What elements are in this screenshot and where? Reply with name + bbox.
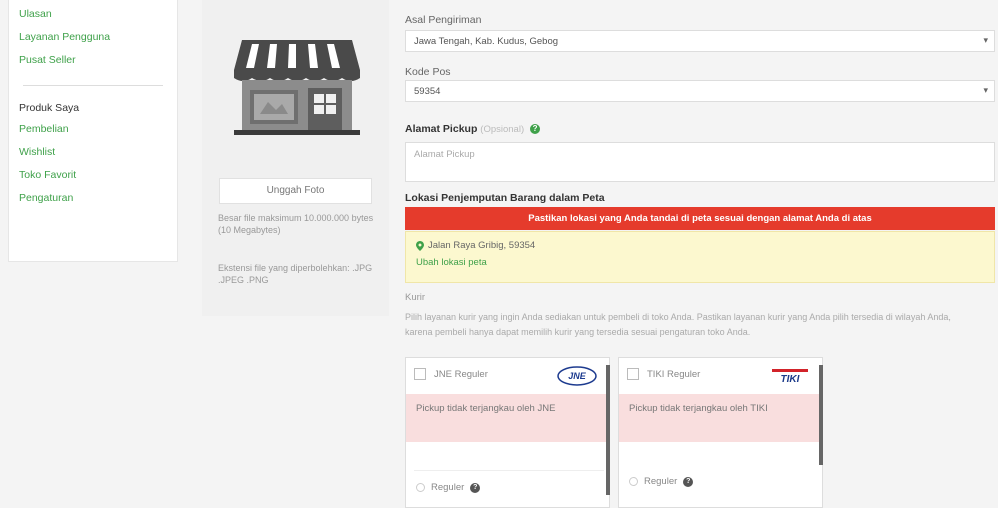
help-icon[interactable]: ? <box>470 482 481 493</box>
courier-name: JNE Reguler <box>434 368 488 380</box>
sidebar-link-ulasan[interactable]: Ulasan <box>19 7 167 21</box>
jne-logo: JNE <box>557 366 597 386</box>
sidebar-divider <box>23 85 163 86</box>
sidebar-link-wishlist[interactable]: Wishlist <box>19 145 167 159</box>
pickup-address-input[interactable]: Alamat Pickup <box>405 142 995 182</box>
card-divider <box>414 470 604 471</box>
jne-logo-text: JNE <box>568 371 587 381</box>
service-option-row[interactable]: Reguler ? <box>629 476 694 487</box>
map-pin-icon <box>416 240 424 251</box>
service-radio[interactable] <box>416 483 425 492</box>
help-icon[interactable]: ? <box>683 476 694 487</box>
location-box: Jalan Raya Gribig, 59354 Ubah lokasi pet… <box>405 231 995 283</box>
postal-value: 59354 <box>414 86 441 97</box>
tiki-logo-text: TIKI <box>781 374 800 385</box>
map-warning-banner: Pastikan lokasi yang Anda tandai di peta… <box>405 207 995 230</box>
store-image-panel: Unggah Foto Besar file maksimum 10.000.0… <box>202 0 389 316</box>
location-address: Jalan Raya Gribig, 59354 <box>428 240 536 251</box>
location-row: Jalan Raya Gribig, 59354 <box>416 240 984 251</box>
change-map-location-link[interactable]: Ubah lokasi peta <box>416 257 984 268</box>
courier-unavailable-alert: Pickup tidak terjangkau oleh JNE <box>406 394 609 442</box>
pickup-optional-text: (Opsional) <box>480 124 525 135</box>
sidebar-link-pembelian[interactable]: Pembelian <box>19 122 167 136</box>
service-name: Reguler <box>644 476 678 487</box>
courier-label: Kurir <box>405 292 426 303</box>
courier-description: Pilih layanan kurir yang ingin Anda sedi… <box>405 310 990 340</box>
courier-description-line: karena pembeli hanya dapat memilih kurir… <box>405 327 751 337</box>
upload-photo-button[interactable]: Unggah Foto <box>219 178 372 204</box>
courier-checkbox-row[interactable]: JNE Reguler <box>414 368 488 380</box>
courier-name: TIKI Reguler <box>647 368 701 380</box>
page: Ulasan Layanan Pengguna Pusat Seller Pro… <box>0 0 998 508</box>
service-option-row[interactable]: Reguler ? <box>416 482 481 493</box>
sidebar: Ulasan Layanan Pengguna Pusat Seller Pro… <box>8 0 178 262</box>
card-scrollbar[interactable] <box>606 365 610 495</box>
tiki-logo: TIKI <box>772 369 808 385</box>
store-icon <box>234 40 360 135</box>
courier-description-line: Pilih layanan kurir yang ingin Anda sedi… <box>405 312 951 322</box>
pickup-label-text: Alamat Pickup <box>405 123 478 135</box>
courier-card-jne: JNE Reguler JNE Pickup tidak terjangkau … <box>405 357 610 508</box>
courier-checkbox-row[interactable]: TIKI Reguler <box>627 368 700 380</box>
shipping-form: Asal Pengiriman Jawa Tengah, Kab. Kudus,… <box>405 0 995 508</box>
origin-value: Jawa Tengah, Kab. Kudus, Gebog <box>414 36 559 47</box>
sidebar-section-title: Produk Saya <box>19 102 80 114</box>
map-location-label: Lokasi Penjemputan Barang dalam Peta <box>405 192 605 204</box>
card-scrollbar[interactable] <box>819 365 823 465</box>
postal-code-select[interactable]: 59354 ▾ <box>405 80 995 102</box>
courier-card-tiki: TIKI Reguler TIKI Pickup tidak terjangka… <box>618 357 823 508</box>
pickup-label: Alamat Pickup (Opsional) ? <box>405 123 541 135</box>
courier-unavailable-alert: Pickup tidak terjangkau oleh TIKI <box>619 394 822 442</box>
sidebar-link-pusat-seller[interactable]: Pusat Seller <box>19 53 167 67</box>
postal-label: Kode Pos <box>405 66 451 78</box>
service-name: Reguler <box>431 482 465 493</box>
file-size-note: Besar file maksimum 10.000.000 bytes (10… <box>218 213 374 235</box>
chevron-down-icon: ▾ <box>983 85 988 95</box>
courier-checkbox[interactable] <box>414 368 426 380</box>
courier-checkbox[interactable] <box>627 368 639 380</box>
sidebar-link-layanan-pengguna[interactable]: Layanan Pengguna <box>19 30 167 44</box>
sidebar-link-toko-favorit[interactable]: Toko Favorit <box>19 168 167 182</box>
sidebar-link-pengaturan[interactable]: Pengaturan <box>19 191 167 205</box>
file-extension-note: Ekstensi file yang diperbolehkan: .JPG .… <box>218 263 373 285</box>
origin-label: Asal Pengiriman <box>405 14 482 26</box>
service-radio[interactable] <box>629 477 638 486</box>
info-icon[interactable]: ? <box>530 124 541 135</box>
chevron-down-icon: ▾ <box>983 35 988 45</box>
origin-select[interactable]: Jawa Tengah, Kab. Kudus, Gebog ▾ <box>405 30 995 52</box>
